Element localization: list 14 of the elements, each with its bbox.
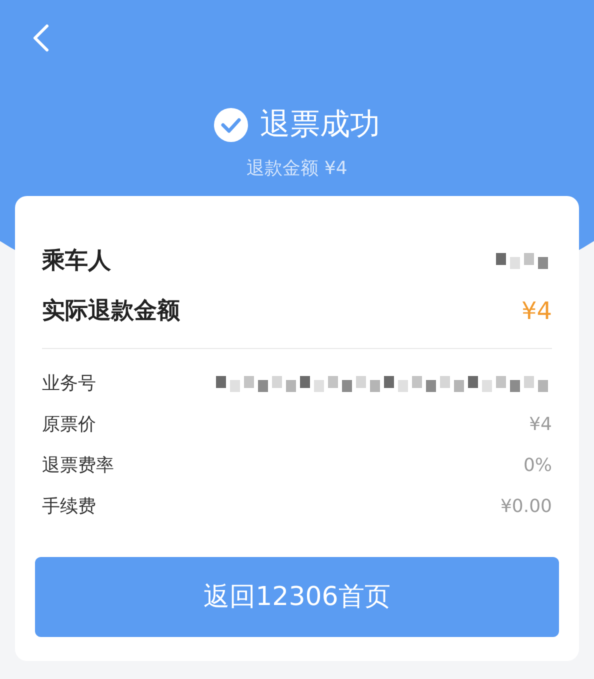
summary-label: 实际退款金额	[42, 296, 180, 326]
check-circle-icon	[214, 108, 248, 142]
detail-value: ¥4	[529, 413, 552, 437]
refund-amount: ¥4	[521, 296, 552, 327]
detail-label: 手续费	[42, 495, 96, 519]
detail-value: ¥0.00	[500, 495, 552, 519]
success-title: 退票成功	[260, 106, 380, 144]
home-button[interactable]: 返回12306首页	[35, 557, 559, 637]
summary-label: 乘车人	[42, 246, 111, 276]
detail-label: 退票费率	[42, 454, 114, 478]
detail-value: 0%	[523, 454, 552, 478]
detail-label: 业务号	[42, 372, 96, 396]
detail-label: 原票价	[42, 413, 96, 437]
refund-subtitle: 退款金额 ¥4	[246, 157, 348, 181]
